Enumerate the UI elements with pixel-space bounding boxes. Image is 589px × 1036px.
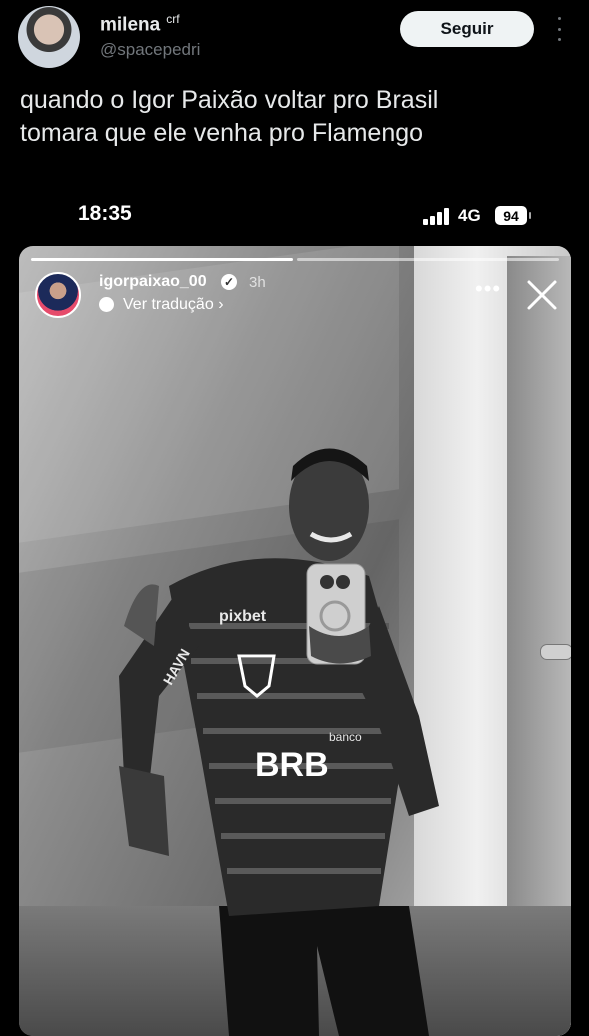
- status-bar-time: 18:35: [78, 202, 132, 225]
- author-name-suffix: crf: [166, 12, 180, 26]
- door-handle: [540, 644, 571, 660]
- story-progress-1: [31, 258, 293, 261]
- story-time: 3h: [249, 274, 266, 291]
- translate-label: Ver tradução: [123, 296, 214, 313]
- tweet-text-line-1: quando o Igor Paixão voltar pro Brasil: [20, 86, 439, 114]
- tweet-author-name[interactable]: milena crf: [100, 12, 180, 36]
- tweet-text: quando o Igor Paixão voltar pro Brasil t…: [20, 84, 570, 150]
- tweet-author-avatar[interactable]: [18, 6, 80, 68]
- network-label: 4G: [458, 206, 481, 225]
- story-user-avatar[interactable]: [35, 272, 81, 318]
- close-icon[interactable]: [525, 278, 559, 312]
- translate-button[interactable]: Ver tradução ›: [123, 296, 224, 314]
- tweet-text-line-2: tomara que ele venha pro Flamengo: [20, 119, 424, 147]
- tweet-more-icon[interactable]: [555, 17, 563, 41]
- jersey-sponsor-1: pixbet: [219, 608, 267, 625]
- story-media[interactable]: pixbet BRB banco HAVN igorpaixao_00 ✓ 3h…: [19, 246, 571, 1036]
- translate-icon: [99, 297, 114, 312]
- signal-icon: [423, 207, 451, 225]
- story-progress-2: [297, 258, 559, 261]
- verified-badge-icon: ✓: [221, 274, 237, 290]
- jersey-sponsor-3: banco: [329, 730, 362, 744]
- follow-button[interactable]: Seguir: [400, 11, 534, 47]
- battery-level: 94: [503, 207, 519, 224]
- person-photo: pixbet BRB banco HAVN: [119, 448, 439, 1036]
- story-more-icon[interactable]: •••: [475, 278, 501, 300]
- story-username[interactable]: igorpaixao_00: [99, 273, 207, 291]
- tweet-author-handle[interactable]: @spacepedri: [100, 40, 200, 60]
- chevron-right-icon: ›: [218, 296, 224, 313]
- battery-icon: 94: [495, 206, 531, 225]
- author-name-text: milena: [100, 14, 161, 36]
- jersey-sponsor-2: BRB: [255, 746, 329, 784]
